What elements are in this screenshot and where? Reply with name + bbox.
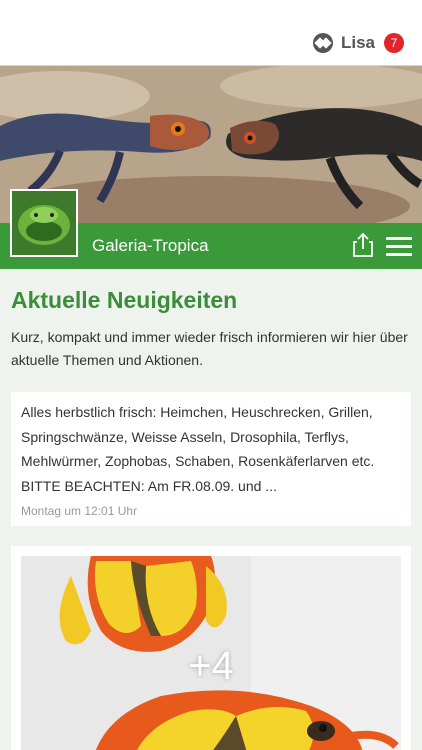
share-icon[interactable] [352,232,374,258]
app-logo-icon [312,33,333,53]
user-name[interactable]: Lisa [341,33,375,53]
section-intro: Kurz, kompakt und immer wieder frisch in… [11,329,408,368]
top-bar: Lisa 7 [0,0,422,66]
news-post-text: Alles herbstlich frisch: Heimchen, Heusc… [21,404,375,494]
notification-badge[interactable]: 7 [384,33,404,53]
photo-post-card[interactable]: +4 [11,546,411,750]
news-post-card[interactable]: Alles herbstlich frisch: Heimchen, Heusc… [11,392,411,526]
more-photos-count[interactable]: +4 [21,644,401,689]
hamburger-menu-icon[interactable] [386,237,412,257]
section-heading: Aktuelle Neuigkeiten [11,287,238,313]
post-photo[interactable]: +4 [21,556,401,750]
page-title: Galeria-Tropica [92,236,209,255]
user-menu[interactable]: Lisa 7 [312,33,404,53]
avatar[interactable] [10,189,78,257]
news-post-timestamp: Montag um 12:01 Uhr [21,504,138,518]
